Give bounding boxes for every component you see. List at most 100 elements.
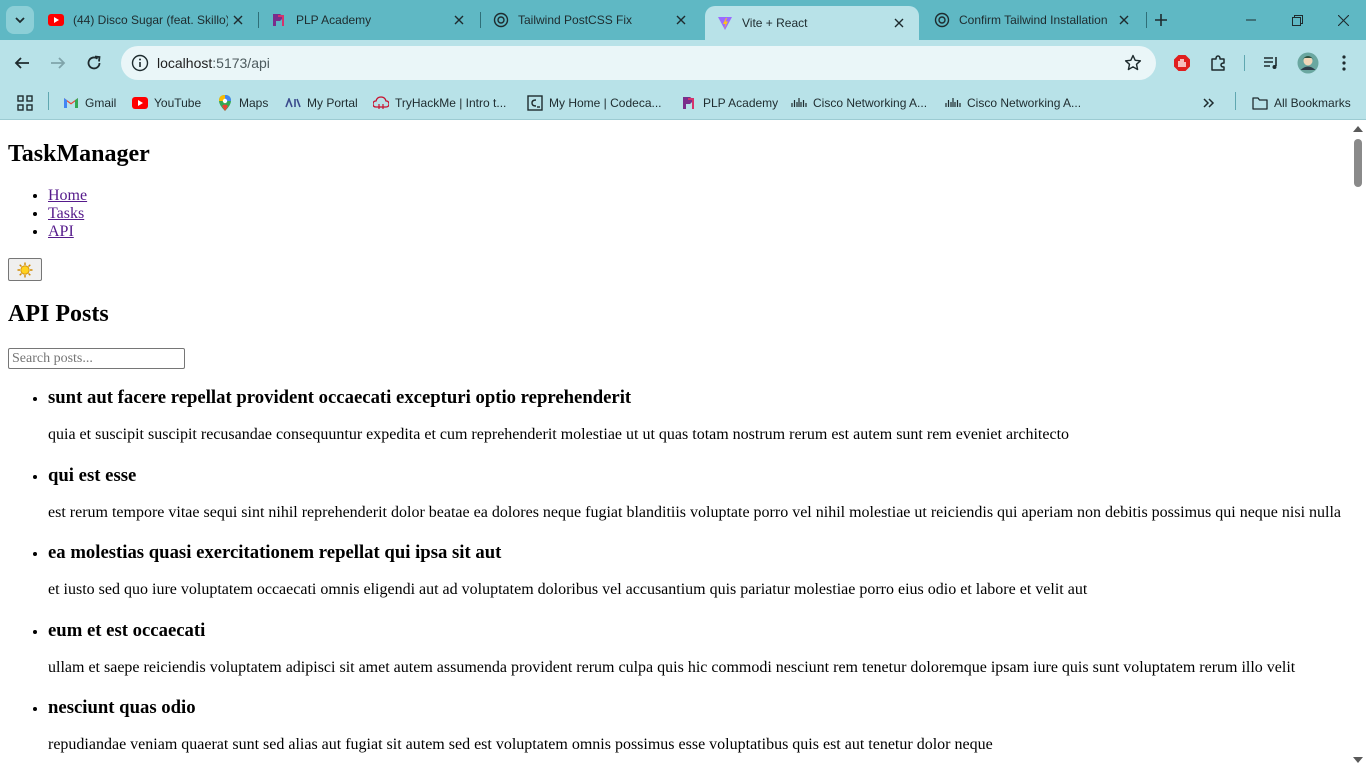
maps-icon: [219, 95, 231, 111]
bookmark-gmail[interactable]: Gmail: [63, 92, 116, 114]
tryhackme-icon: [373, 96, 389, 109]
plp-icon: [273, 14, 284, 26]
plp-icon: [683, 97, 694, 109]
search-posts-input[interactable]: [8, 348, 185, 369]
url-text: localhost:5173/api: [157, 55, 270, 71]
gmail-icon: [64, 98, 78, 108]
bookmark-separator: [1235, 92, 1236, 110]
bookmark-label: My Portal: [307, 96, 358, 110]
post-title: sunt aut facere repellat provident occae…: [48, 387, 632, 408]
bookmark-cisco-1[interactable]: Cisco Networking A...: [791, 92, 927, 114]
adblock-extension-icon[interactable]: [1171, 52, 1193, 74]
page-content: TaskManager Home Tasks API API Posts sun…: [0, 121, 1350, 768]
page-heading: API Posts: [8, 301, 109, 327]
url-host: localhost: [157, 55, 213, 71]
apps-button[interactable]: [17, 92, 33, 114]
nav-link-tasks[interactable]: Tasks: [48, 205, 84, 222]
site-info-icon[interactable]: [131, 54, 149, 72]
new-tab-button[interactable]: [1150, 9, 1172, 31]
bookmark-tryhackme[interactable]: TryHackMe | Intro t...: [373, 92, 506, 114]
tab-plp-academy[interactable]: PLP Academy: [259, 0, 479, 40]
close-tab-icon[interactable]: [228, 10, 248, 30]
bookmarks-overflow-button[interactable]: [1203, 92, 1215, 114]
minimize-button[interactable]: [1228, 0, 1274, 40]
tab-search-button[interactable]: [6, 6, 34, 34]
tab-title: Confirm Tailwind Installation: [959, 13, 1108, 27]
post-body: est rerum tempore vitae sequi sint nihil…: [48, 503, 1341, 521]
tab-strip: (44) Disco Sugar (feat. Skillo) PLP Acad…: [0, 0, 1366, 40]
cisco-icon: [945, 98, 961, 107]
bookmarks-bar: Gmail YouTube Maps My Portal TryHackMe |…: [0, 86, 1366, 120]
close-window-button[interactable]: [1320, 0, 1366, 40]
bookmark-codecademy[interactable]: My Home | Codeca...: [527, 92, 662, 114]
more-menu-icon[interactable]: [1333, 52, 1355, 74]
scroll-down-arrow-icon[interactable]: [1353, 757, 1363, 763]
back-button[interactable]: [7, 48, 37, 78]
post-item: nesciunt quas odio repudiandae veniam qu…: [48, 689, 1350, 767]
tab-vite-react[interactable]: Vite + React: [705, 6, 919, 40]
bookmark-youtube[interactable]: YouTube: [132, 92, 201, 114]
media-controls-icon[interactable]: [1260, 52, 1282, 74]
youtube-icon: [48, 14, 64, 26]
tab-title: Vite + React: [742, 16, 808, 30]
chatgpt-icon: [934, 12, 950, 28]
tab-youtube[interactable]: (44) Disco Sugar (feat. Skillo): [36, 0, 258, 40]
reload-icon: [87, 55, 101, 70]
all-bookmarks-label: All Bookmarks: [1274, 96, 1351, 110]
post-body: et iusto sed quo iure voluptatem occaeca…: [48, 581, 1088, 598]
bookmark-label: YouTube: [154, 96, 202, 110]
bookmark-plp-academy[interactable]: PLP Academy: [681, 92, 778, 114]
post-item: sunt aut facere repellat provident occae…: [48, 379, 1350, 457]
nav-link-api[interactable]: API: [48, 223, 74, 240]
youtube-icon: [132, 97, 148, 109]
close-tab-icon[interactable]: [1114, 10, 1134, 30]
post-item: eum et est occaecati ullam et saepe reic…: [48, 612, 1350, 690]
profile-avatar[interactable]: [1297, 52, 1319, 74]
double-chevron-right-icon: [1203, 98, 1215, 108]
folder-icon: [1252, 97, 1268, 110]
tab-confirm-tailwind[interactable]: Confirm Tailwind Installation: [922, 0, 1144, 40]
close-tab-icon[interactable]: [449, 10, 469, 30]
post-body: repudiandae veniam quaerat sunt sed alia…: [48, 736, 993, 753]
theme-toggle-button[interactable]: [8, 258, 42, 281]
toolbar-separator: [1244, 55, 1245, 71]
bookmark-label: Cisco Networking A...: [813, 96, 928, 110]
post-title: ea molestias quasi exercitationem repell…: [48, 542, 502, 563]
tab-title: PLP Academy: [296, 13, 372, 27]
nav-item: Tasks: [48, 205, 87, 223]
nav-item: Home: [48, 187, 87, 205]
all-bookmarks-button[interactable]: All Bookmarks: [1252, 92, 1351, 114]
page-scrollbar[interactable]: [1350, 121, 1366, 768]
vite-icon: [718, 17, 732, 30]
bookmark-separator: [48, 92, 49, 110]
back-arrow-icon: [14, 57, 29, 69]
scrollbar-thumb[interactable]: [1354, 139, 1362, 187]
tab-title: (44) Disco Sugar (feat. Skillo): [73, 13, 228, 27]
close-icon: [1337, 14, 1349, 26]
bookmark-cisco-2[interactable]: Cisco Networking A...: [945, 92, 1081, 114]
bookmark-maps[interactable]: Maps: [217, 92, 268, 114]
portal-icon: [285, 98, 301, 108]
close-tab-icon[interactable]: [889, 13, 909, 33]
restore-button[interactable]: [1274, 0, 1320, 40]
post-body: ullam et saepe reiciendis voluptatem adi…: [48, 658, 1296, 676]
close-tab-icon[interactable]: [671, 10, 691, 30]
tab-tailwind-postcss-fix[interactable]: Tailwind PostCSS Fix: [481, 0, 701, 40]
cisco-icon: [791, 98, 807, 107]
forward-button[interactable]: [43, 48, 73, 78]
post-body: quia et suscipit suscipit recusandae con…: [48, 426, 1070, 443]
tab-separator: [1146, 12, 1147, 28]
main-nav: Home Tasks API: [8, 187, 87, 241]
extensions-icon[interactable]: [1207, 52, 1229, 74]
nav-item: API: [48, 223, 87, 241]
forward-arrow-icon: [51, 57, 66, 69]
scroll-up-arrow-icon[interactable]: [1353, 126, 1363, 132]
bookmark-my-portal[interactable]: My Portal: [285, 92, 358, 114]
reload-button[interactable]: [79, 48, 109, 78]
post-title: eum et est occaecati: [48, 619, 206, 641]
bookmark-star-icon[interactable]: [1124, 54, 1142, 72]
address-bar[interactable]: localhost:5173/api: [121, 46, 1156, 80]
bookmark-label: Maps: [239, 96, 269, 110]
nav-link-home[interactable]: Home: [48, 187, 87, 204]
tab-title: Tailwind PostCSS Fix: [518, 13, 633, 27]
